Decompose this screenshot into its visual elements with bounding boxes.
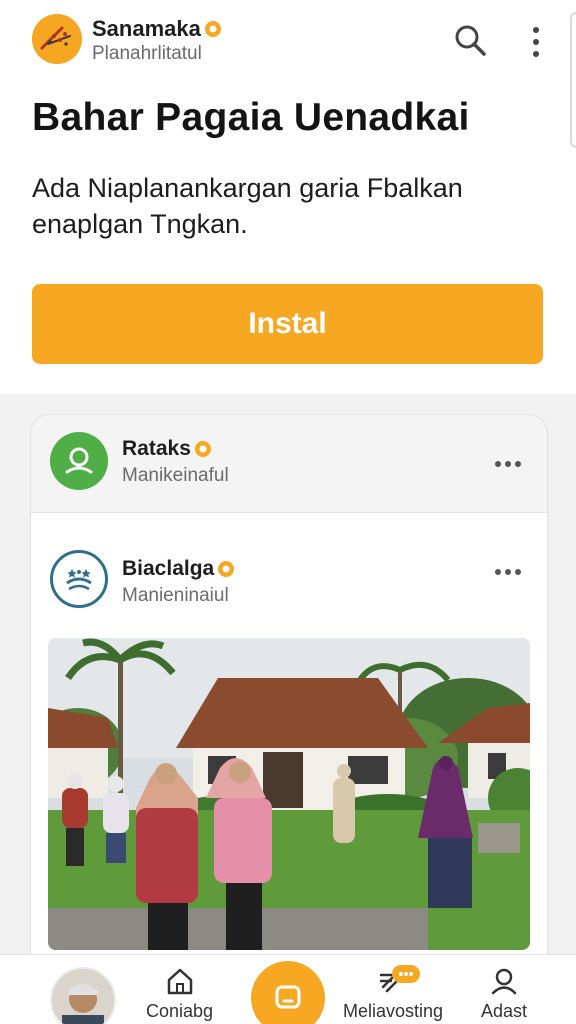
- header-section: Sanamaka Planahrlitatul Bahar Pagaia Uen…: [0, 0, 576, 394]
- nav-label-meliavosting: Meliavosting: [343, 1001, 444, 1021]
- post-photo[interactable]: [48, 638, 530, 950]
- kebab-dot: [533, 51, 539, 57]
- more-dot: [515, 461, 521, 467]
- post-header-1[interactable]: Rataks Manikeinaful: [31, 415, 547, 513]
- more-options-button[interactable]: [520, 22, 552, 62]
- avatar-biaclalga[interactable]: [50, 550, 108, 608]
- nav-item-coniabg[interactable]: Coniabg: [146, 965, 213, 1022]
- post-author-1-text: Rataks: [122, 437, 191, 460]
- app-name-text: Sanamaka: [92, 16, 201, 41]
- kebab-dot: [533, 39, 539, 45]
- verified-badge-icon: [218, 561, 235, 577]
- nav-label-coniabg: Coniabg: [146, 1001, 214, 1021]
- post-author-2: Biaclalga: [122, 557, 235, 581]
- post-subtitle-1: Manikeinaful: [122, 465, 229, 486]
- more-dot: [505, 569, 511, 575]
- more-dot: [495, 569, 501, 575]
- profile-avatar[interactable]: [50, 967, 116, 1024]
- account-icon: [491, 968, 517, 995]
- verified-badge-icon: [204, 21, 221, 37]
- verified-badge-icon: [194, 441, 211, 457]
- kebab-dot: [533, 27, 539, 33]
- bottom-navigation: Coniabg Meliavosting Adast: [0, 954, 576, 1024]
- more-dot: [505, 461, 511, 467]
- home-icon: [167, 968, 192, 995]
- scroll-edge: [570, 12, 576, 148]
- create-post-icon: [275, 985, 301, 1009]
- promo-headline: Bahar Pagaia Uenadkai: [32, 96, 470, 139]
- search-button[interactable]: [448, 18, 492, 62]
- post-1-more-button[interactable]: [490, 452, 526, 476]
- post-author-1: Rataks: [122, 437, 212, 461]
- profile-photo: [52, 969, 114, 1024]
- create-button[interactable]: [251, 961, 325, 1024]
- notification-badge: [392, 965, 420, 983]
- app-logo[interactable]: [32, 14, 82, 64]
- more-dot: [515, 569, 521, 575]
- community-logo-icon: [66, 569, 92, 591]
- more-dot: [495, 461, 501, 467]
- post-author-2-text: Biaclalga: [122, 557, 215, 580]
- nav-label-adast: Adast: [481, 1001, 528, 1021]
- feed-card: Rataks Manikeinaful Biaclalga Manieninai…: [30, 414, 548, 1024]
- app-logo-icon: [32, 14, 82, 64]
- search-icon: [455, 25, 486, 56]
- promo-description: Ada Niaplanankargan garia Fbalkan enaplg…: [32, 173, 463, 239]
- avatar-rataks[interactable]: [50, 432, 108, 490]
- village-photo: [48, 638, 530, 950]
- post-subtitle-2: Manieninaiul: [122, 585, 229, 606]
- badge-dots-icon: [399, 972, 413, 976]
- post-2-more-button[interactable]: [490, 560, 526, 584]
- install-button[interactable]: Instal: [32, 284, 543, 364]
- nav-item-adast[interactable]: Adast: [481, 965, 527, 1022]
- app-name: Sanamaka: [92, 16, 222, 42]
- person-icon: [65, 447, 93, 474]
- app-subtitle: Planahrlitatul: [92, 43, 202, 64]
